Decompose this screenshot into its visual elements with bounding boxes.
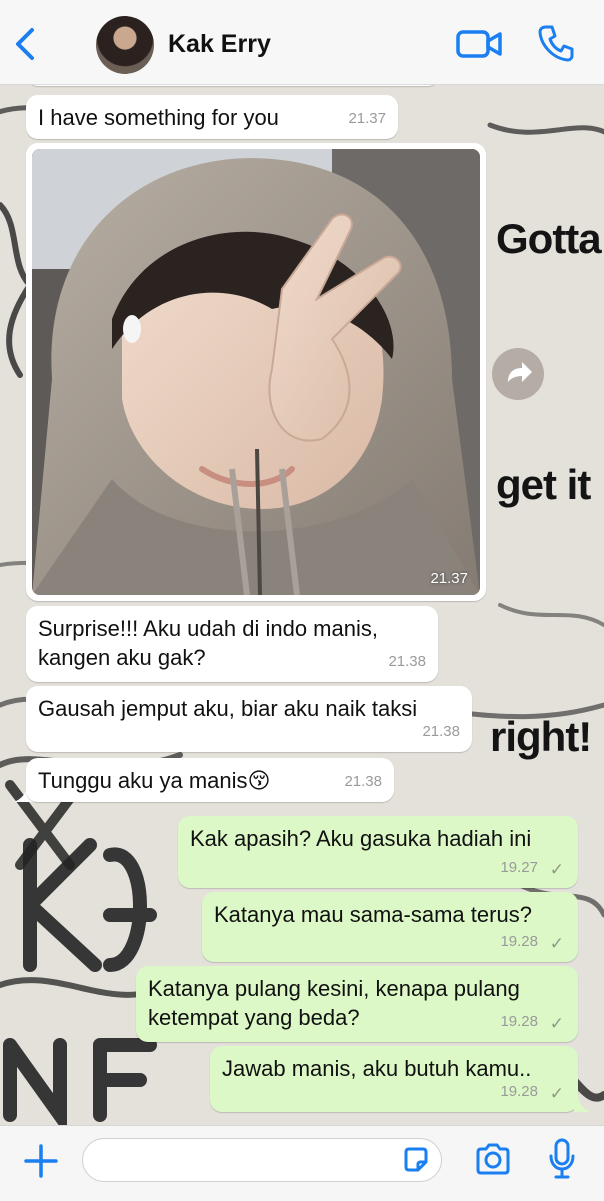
message-text: Katanya pulang kesini, kenapa pulang ket… [148, 976, 520, 1030]
message-time: 21.38 [422, 723, 460, 740]
chat-header: Kak Erry [0, 0, 604, 85]
forward-button[interactable] [492, 348, 544, 400]
message-time: 21.38 [388, 653, 426, 670]
back-button[interactable] [10, 24, 40, 64]
photo-image[interactable]: 21.37 [32, 149, 480, 595]
message-bubble-incoming[interactable]: Tunggu aku ya manis😚 21.38 [26, 758, 394, 802]
sent-check-icon: ✓ [549, 860, 564, 879]
message-text: Surprise!!! Aku udah di indo manis, kang… [38, 616, 378, 670]
message-bubble-outgoing[interactable]: Katanya pulang kesini, kenapa pulang ket… [136, 966, 578, 1042]
video-camera-icon [456, 30, 502, 58]
wallpaper-text: Gotta [496, 215, 602, 262]
message-time: 19.28 [500, 1013, 538, 1030]
message-text: Kak apasih? Aku gasuka hadiah ini [190, 826, 532, 851]
avatar[interactable] [96, 16, 154, 74]
contact-name[interactable]: Kak Erry [168, 30, 271, 59]
message-text: Gausah jemput aku, biar aku naik taksi [38, 696, 418, 721]
camera-button[interactable] [474, 1142, 512, 1176]
sent-check-icon: ✓ [549, 1014, 564, 1033]
forward-arrow-icon [508, 362, 532, 382]
message-bubble-incoming[interactable]: Surprise!!! Aku udah di indo manis, kang… [26, 606, 438, 682]
attach-button[interactable] [22, 1142, 60, 1180]
message-text: I have something for you [38, 105, 279, 130]
message-bubble-incoming[interactable]: I have something for you 21.37 [26, 95, 398, 139]
sent-check-icon: ✓ [549, 934, 564, 953]
microphone-icon [549, 1138, 575, 1179]
chevron-left-icon [16, 28, 34, 60]
bubble-tail [574, 1092, 590, 1112]
video-call-button[interactable] [456, 26, 502, 62]
message-time: 21.37 [430, 570, 468, 587]
message-time: 21.37 [348, 110, 386, 127]
wallpaper-text: get it [496, 461, 591, 508]
message-text: Tunggu aku ya manis😚 [38, 768, 271, 793]
message-bubble-outgoing[interactable]: Katanya mau sama-sama terus? 19.28 ✓ [202, 892, 578, 962]
message-time: 19.27 [500, 859, 538, 876]
message-input[interactable] [82, 1138, 442, 1182]
sent-check-icon: ✓ [549, 1084, 564, 1103]
wallpaper-text: right! [490, 713, 592, 760]
message-bubble-incoming[interactable]: Gausah jemput aku, biar aku naik taksi 2… [26, 686, 472, 752]
message-time: 21.38 [344, 773, 382, 790]
message-text: Jawab manis, aku butuh kamu.. [222, 1056, 532, 1081]
message-bubble-outgoing[interactable]: Jawab manis, aku butuh kamu.. 19.28 ✓ [210, 1046, 578, 1112]
photo-message[interactable]: 21.37 [26, 143, 486, 601]
plus-icon [24, 1144, 58, 1178]
message-text: Katanya mau sama-sama terus? [214, 902, 532, 927]
phone-icon [538, 25, 574, 62]
selfie-photo-illustration [32, 149, 480, 595]
microphone-button[interactable] [548, 1138, 576, 1180]
voice-call-button[interactable] [538, 24, 574, 62]
message-bubble-outgoing[interactable]: Kak apasih? Aku gasuka hadiah ini 19.27 … [178, 816, 578, 888]
message-time: 19.28 [500, 1083, 538, 1100]
camera-icon [476, 1143, 510, 1175]
sticker-icon [404, 1147, 428, 1172]
message-input-bar [0, 1125, 604, 1201]
sticker-button[interactable] [402, 1146, 430, 1174]
message-time: 19.28 [500, 933, 538, 950]
